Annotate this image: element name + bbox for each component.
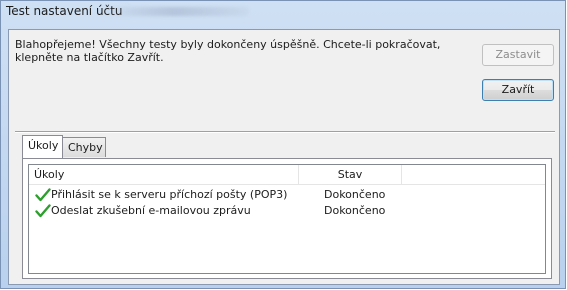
tab-errors-label: Chyby <box>68 141 103 154</box>
list-header: Úkoly Stav <box>29 165 545 185</box>
close-button-label: Zavřít <box>501 83 535 96</box>
task-status: Dokončeno <box>324 204 386 217</box>
account-settings-test-window: Test nastavení účtu Blahopřejeme! Všechn… <box>0 0 566 289</box>
tab-tasks-label: Úkoly <box>28 139 59 152</box>
tab-errors[interactable]: Chyby <box>62 137 106 157</box>
task-name: Přihlásit se k serveru příchozí pošty (P… <box>51 188 288 201</box>
green-check-icon <box>35 188 51 202</box>
column-header-status[interactable]: Stav <box>299 165 402 184</box>
dialog-content: Blahopřejeme! Všechny testy byly dokonče… <box>8 29 560 285</box>
blurred-title-region <box>99 7 249 16</box>
tasks-tab-panel: Úkoly Stav Přihlásit se k serveru přícho… <box>22 158 552 279</box>
green-check-icon <box>35 204 51 218</box>
stop-button-label: Zastavit <box>495 48 541 61</box>
success-message: Blahopřejeme! Všechny testy byly dokonče… <box>15 38 441 64</box>
tasks-list[interactable]: Úkoly Stav Přihlásit se k serveru přícho… <box>28 164 546 274</box>
close-button[interactable]: Zavřít <box>482 79 554 101</box>
separator-line <box>15 131 555 133</box>
table-row[interactable]: Odeslat zkušební e-mailovou zprávu Dokon… <box>29 203 545 219</box>
stop-button[interactable]: Zastavit <box>482 44 554 66</box>
table-row[interactable]: Přihlásit se k serveru příchozí pošty (P… <box>29 187 545 203</box>
task-status: Dokončeno <box>324 188 386 201</box>
title-bar[interactable]: Test nastavení účtu <box>1 1 565 22</box>
task-name: Odeslat zkušební e-mailovou zprávu <box>51 204 251 217</box>
column-header-tasks[interactable]: Úkoly <box>29 165 299 184</box>
tab-tasks[interactable]: Úkoly <box>22 135 63 158</box>
